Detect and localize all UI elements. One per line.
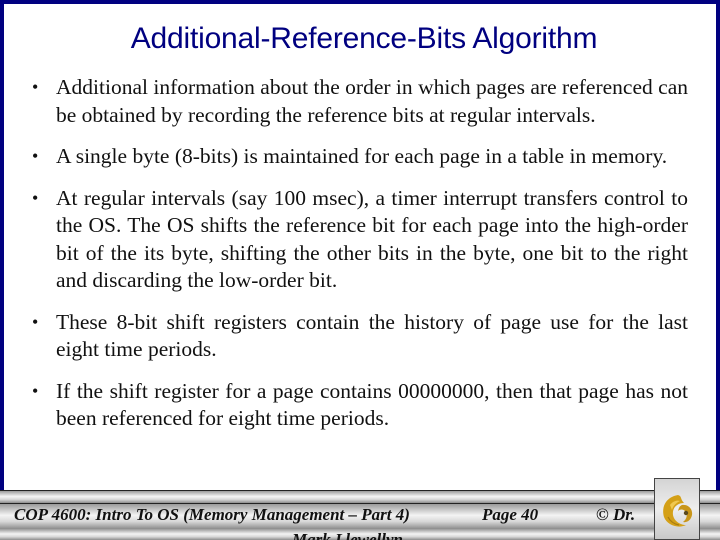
- bullet-list: • Additional information about the order …: [28, 74, 688, 447]
- bullet-item: • These 8-bit shift registers contain the…: [28, 309, 688, 364]
- bullet-icon: •: [32, 380, 39, 401]
- footer-author: Mark Llewellyn: [292, 530, 403, 540]
- bullet-icon: •: [32, 146, 39, 166]
- bullet-icon: •: [32, 77, 39, 97]
- bullet-text: A single byte (8-bits) is maintained for…: [56, 144, 668, 168]
- bullet-item: • A single byte (8-bits) is maintained fo…: [28, 143, 688, 171]
- slide-frame: Additional-Reference-Bits Algorithm • Add…: [0, 0, 720, 490]
- slide-footer: COP 4600: Intro To OS (Memory Management…: [0, 478, 720, 540]
- bullet-item: • At regular intervals (say 100 msec), a …: [28, 185, 688, 295]
- footer-page-number: Page 40: [482, 505, 539, 524]
- bullet-item: • If the shift register for a page contai…: [28, 378, 688, 433]
- footer-bar-top: [0, 490, 720, 503]
- logo-box: [654, 478, 700, 540]
- bullet-text: These 8-bit shift registers contain the …: [56, 309, 688, 362]
- bullet-text: If the shift register for a page contain…: [56, 378, 688, 431]
- bullet-text: Additional information about the order i…: [56, 75, 688, 127]
- bullet-icon: •: [32, 311, 39, 332]
- slide-title: Additional-Reference-Bits Algorithm: [130, 22, 598, 55]
- footer-copyright: © Dr.: [596, 505, 636, 524]
- pegasus-logo-icon: [663, 495, 693, 527]
- bullet-text: At regular intervals (say 100 msec), a t…: [56, 185, 688, 293]
- footer-course: COP 4600: Intro To OS (Memory Management…: [14, 505, 410, 524]
- bullet-item: • Additional information about the order …: [28, 74, 688, 129]
- bullet-icon: •: [32, 187, 39, 208]
